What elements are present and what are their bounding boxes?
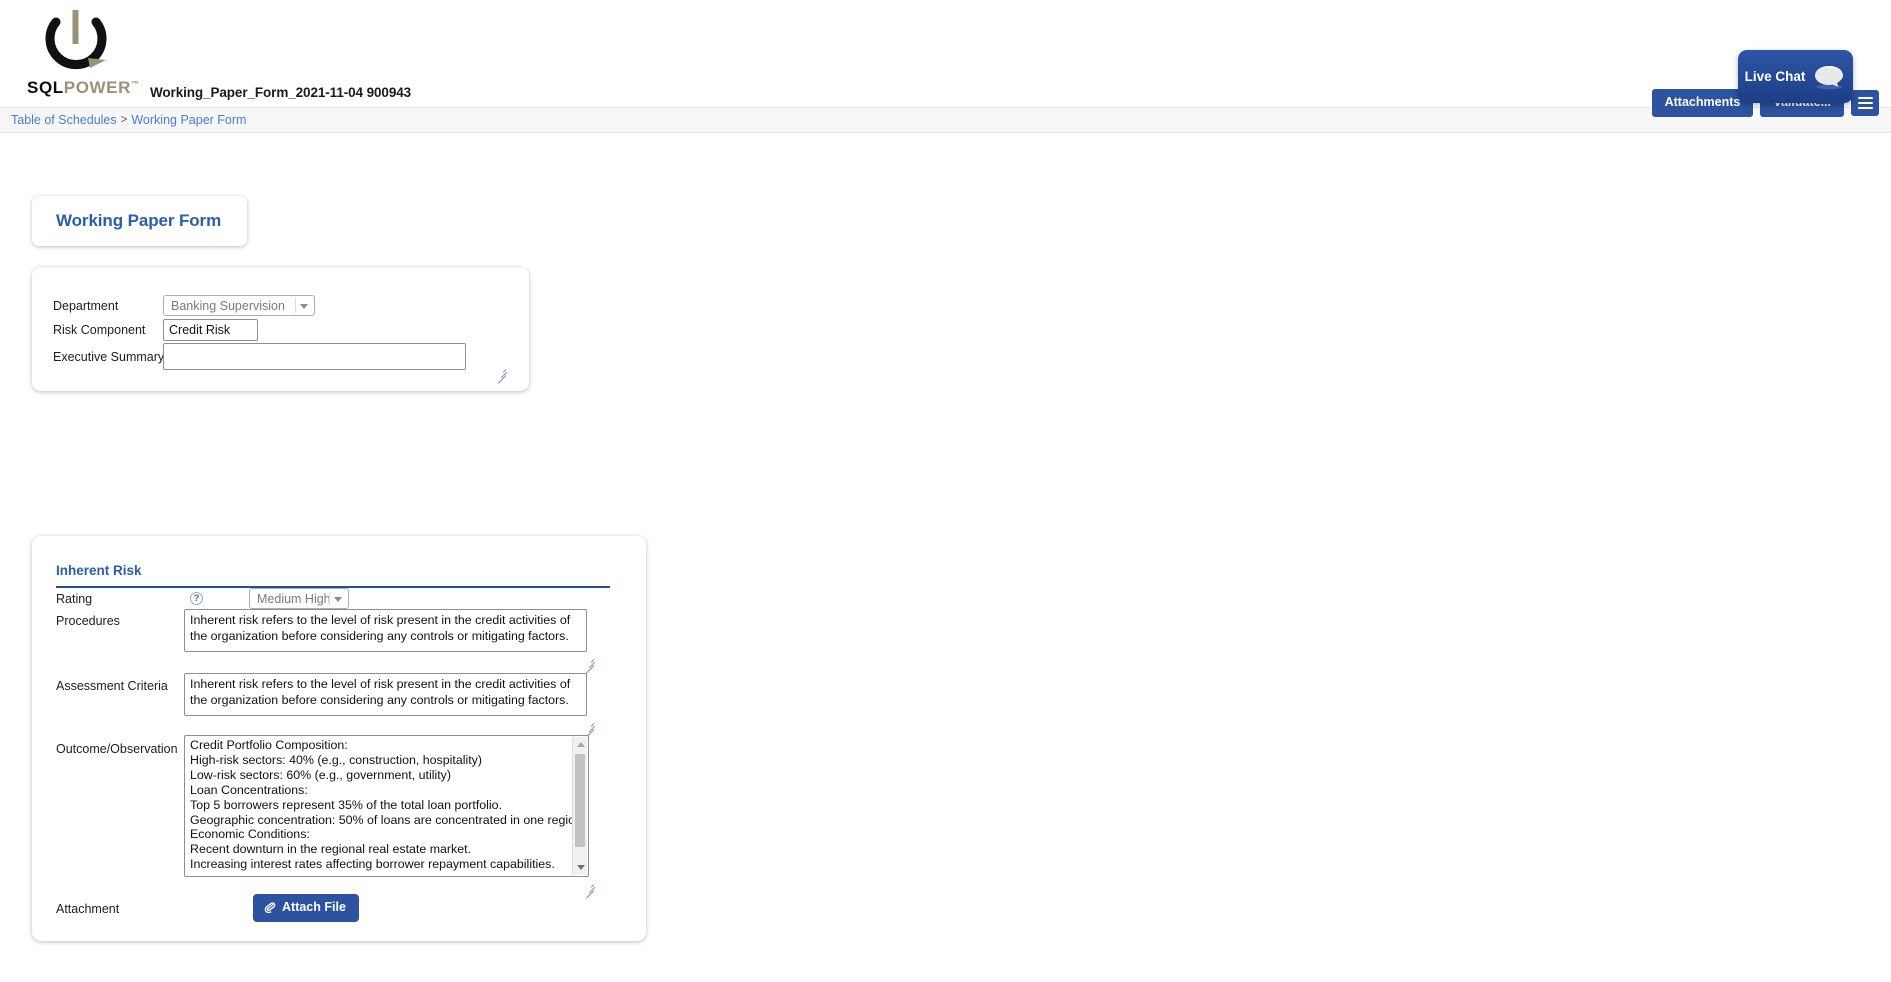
hamburger-menu-icon[interactable]: [1851, 89, 1879, 116]
outcome-observation-label: Outcome/Observation: [56, 742, 178, 756]
executive-summary-label: Executive Summary: [53, 349, 165, 364]
sqlpower-logo: SQLPOWER™: [26, 8, 139, 100]
breadcrumb-item-working-paper-form[interactable]: Working Paper Form: [131, 113, 246, 127]
rating-label: Rating: [56, 591, 93, 606]
breadcrumb-separator: >: [120, 114, 128, 126]
inherent-risk-section-header: Inherent Risk: [56, 562, 610, 588]
risk-component-label: Risk Component: [53, 323, 146, 337]
rating-help-icon[interactable]: ?: [190, 592, 203, 605]
executive-summary-textarea[interactable]: [163, 343, 466, 370]
inherent-risk-card: Inherent Risk Rating ? Medium High Proce…: [32, 536, 646, 941]
department-select[interactable]: Banking Supervision: [163, 295, 315, 316]
attach-file-button[interactable]: Attach File: [253, 894, 359, 922]
risk-component-row: Risk Component: [53, 319, 258, 341]
select-divider: [329, 591, 330, 606]
assessment-criteria-resize-handle[interactable]: [583, 721, 595, 738]
paperclip-icon: [264, 902, 276, 914]
assessment-criteria-textarea[interactable]: Inherent risk refers to the level of ris…: [184, 673, 587, 716]
chevron-down-icon: [300, 303, 308, 309]
department-label: Department: [53, 298, 119, 313]
attachment-label: Attachment: [56, 902, 120, 916]
procedures-resize-handle[interactable]: [583, 657, 595, 674]
outcome-observation-scrollbar[interactable]: [572, 737, 587, 875]
rating-select[interactable]: Medium High: [249, 588, 349, 609]
page-title-card: Working Paper Form: [32, 196, 247, 246]
chevron-down-icon: [334, 596, 342, 602]
page-title: Working Paper Form: [56, 211, 222, 230]
live-chat-label: Live Chat: [1744, 69, 1806, 84]
breadcrumb-item-table-of-schedules[interactable]: Table of Schedules: [11, 113, 117, 127]
inherent-risk-title: Inherent Risk: [56, 563, 142, 578]
outcome-observation-resize-handle[interactable]: [583, 882, 595, 899]
outcome-observation-textarea[interactable]: Credit Portfolio Composition: High-risk …: [184, 735, 589, 877]
scroll-up-icon[interactable]: [573, 737, 588, 752]
scroll-down-icon[interactable]: [573, 860, 588, 875]
risk-component-input[interactable]: [163, 319, 258, 341]
select-divider: [295, 298, 296, 313]
executive-summary-row: Executive Summary: [53, 343, 466, 370]
executive-summary-resize-handle[interactable]: [495, 367, 507, 384]
outcome-observation-text: Credit Portfolio Composition: High-risk …: [190, 738, 586, 872]
app-header: SQLPOWER™ Working_Paper_Form_2021-11-04 …: [0, 0, 1891, 117]
document-title: Working_Paper_Form_2021-11-04 900943: [150, 85, 412, 100]
department-select-value: Banking Supervision: [171, 298, 285, 313]
live-chat-button[interactable]: Live Chat: [1738, 50, 1853, 103]
assessment-criteria-label: Assessment Criteria: [56, 679, 168, 693]
procedures-textarea[interactable]: Inherent risk refers to the level of ris…: [184, 609, 587, 652]
scrollbar-thumb[interactable]: [575, 754, 585, 847]
logo-trademark: ™: [130, 79, 140, 89]
speech-bubble-icon: [1815, 65, 1844, 89]
logo-text-sql: SQL: [27, 78, 64, 97]
department-row: Department Banking Supervision: [53, 295, 315, 316]
logo-text-power: POWER: [63, 78, 131, 97]
logo-wordmark: SQLPOWER™: [27, 78, 140, 98]
procedures-label: Procedures: [56, 614, 120, 628]
rating-select-value: Medium High: [257, 591, 331, 606]
general-info-card: Department Banking Supervision Risk Comp…: [32, 267, 529, 391]
rating-row: Rating ? Medium High: [56, 588, 349, 609]
attach-file-label: Attach File: [282, 900, 346, 914]
breadcrumb: Table of Schedules > Working Paper Form: [0, 107, 1891, 133]
power-symbol-icon: [45, 10, 107, 70]
